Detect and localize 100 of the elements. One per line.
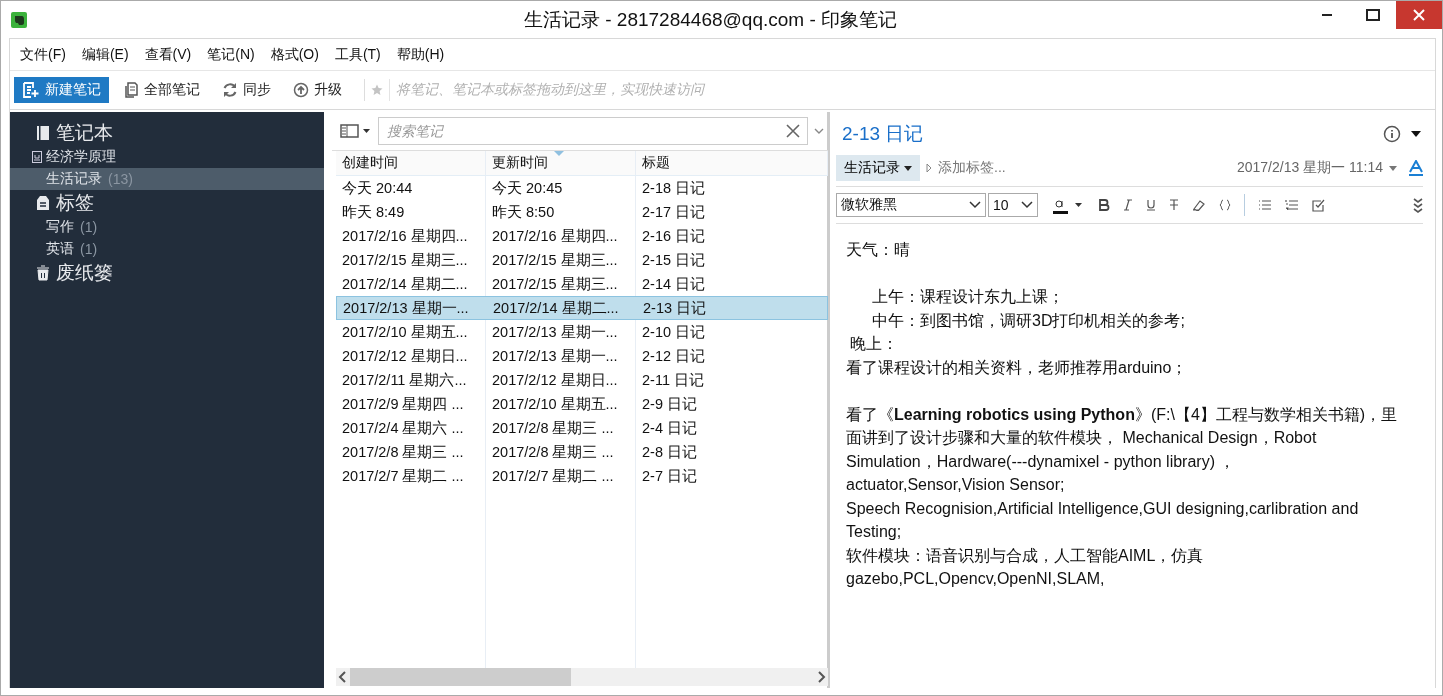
sidebar-section-header[interactable]: 废纸篓 — [10, 260, 324, 286]
close-button[interactable] — [1396, 1, 1442, 29]
numbered-list-icon[interactable] — [1285, 199, 1299, 211]
table-cell-text: 2017/2/13 星期一... — [342, 298, 470, 318]
item-count: (1) — [80, 241, 98, 257]
info-icon[interactable] — [1383, 125, 1401, 143]
trash-icon — [36, 265, 50, 281]
note-paragraph: 看了课程设计的相关资料，老师推荐用arduino； — [846, 357, 1189, 378]
sidebar-item[interactable]: 写作 (1) — [10, 216, 324, 238]
note-row[interactable]: 2017/2/16 星期四... 2017/2/16 星期四... 2-16 日记 — [336, 224, 828, 248]
table-cell-text: 今天 20:44 — [341, 178, 414, 198]
bold-icon[interactable] — [1098, 199, 1110, 211]
table-cell-text: 昨天 8:49 — [341, 202, 406, 222]
menu-item[interactable]: 工具(T) — [326, 45, 389, 64]
table-cell-text: 2017/2/15 星期三... — [491, 274, 619, 294]
underline-icon[interactable] — [1146, 199, 1156, 211]
note-paragraph: 天气：晴 — [846, 240, 911, 260]
notes-icon — [125, 82, 139, 98]
menu-item[interactable]: 帮助(H) — [388, 45, 453, 64]
note-row[interactable]: 2017/2/14 星期二... 2017/2/15 星期三... 2-14 日记 — [336, 272, 828, 296]
new-note-button[interactable]: 新建笔记 — [14, 77, 109, 103]
sync-button[interactable]: 同步 — [214, 77, 279, 103]
menu-item[interactable]: 查看(V) — [136, 45, 200, 64]
menu-item[interactable]: 笔记(N) — [199, 45, 263, 64]
table-cell-text: 2-11 日记 — [641, 370, 705, 390]
note-row[interactable]: 2017/2/13 星期一... 2017/2/14 星期二... 2-13 日记 — [336, 296, 828, 320]
sidebar-item[interactable]: 生活记录 (13) — [10, 168, 324, 190]
sidebar-item[interactable]: 英语 (1) — [10, 238, 324, 260]
horizontal-scrollbar[interactable] — [336, 668, 828, 686]
table-cell-text: 昨天 8:50 — [491, 202, 556, 222]
note-paragraph: 晚上： — [849, 334, 899, 354]
sync-icon — [222, 82, 238, 98]
font-family-select[interactable]: 微软雅黑 — [836, 193, 986, 217]
table-cell-text: 2017/2/14 星期二... — [492, 298, 620, 318]
note-row[interactable]: 2017/2/15 星期三... 2017/2/15 星期三... 2-15 日记 — [336, 248, 828, 272]
menu-item[interactable]: 文件(F) — [12, 45, 74, 64]
table-cell-text: 2017/2/8 星期三 ... — [341, 442, 465, 462]
column-header[interactable]: 标题 — [636, 151, 828, 175]
table-cell-text: 2017/2/11 星期六... — [341, 370, 468, 390]
table-cell-text: 2017/2/8 星期三 ... — [491, 442, 615, 462]
chevron-down-icon[interactable] — [814, 127, 824, 135]
caret-icon — [904, 165, 912, 171]
tag-icon — [36, 195, 50, 211]
clear-icon[interactable] — [786, 124, 800, 138]
note-row[interactable]: 今天 20:44 今天 20:45 2-18 日记 — [336, 176, 828, 200]
note-row[interactable]: 昨天 8:49 昨天 8:50 2-17 日记 — [336, 200, 828, 224]
menu-item[interactable]: 编辑(E) — [73, 45, 137, 64]
tag-arrow-icon — [926, 163, 932, 173]
note-row[interactable]: 2017/2/10 星期五... 2017/2/13 星期一... 2-10 日记 — [336, 320, 828, 344]
note-row[interactable]: 2017/2/4 星期六 ... 2017/2/8 星期三 ... 2-4 日记 — [336, 416, 828, 440]
highlighter-icon[interactable] — [1192, 199, 1206, 211]
column-header[interactable]: 更新时间 — [486, 151, 636, 175]
sidebar-item-label: 经济学原理 — [46, 148, 116, 166]
all-notes-button[interactable]: 全部笔记 — [117, 77, 208, 103]
note-date[interactable]: 2017/2/13 星期一 11:14 — [1236, 159, 1383, 177]
table-cell-text: 2017/2/16 星期四... — [491, 226, 619, 246]
window-title: 生活记录 - 2817284468@qq.com - 印象笔记 — [522, 7, 898, 32]
expand-toolbar-icon[interactable] — [1413, 197, 1423, 213]
column-header[interactable]: 创建时间 — [336, 151, 486, 175]
table-cell-text: 2-10 日记 — [641, 322, 707, 342]
note-row[interactable]: 2017/2/8 星期三 ... 2017/2/8 星期三 ... 2-8 日记 — [336, 440, 828, 464]
notebook-selector[interactable]: 生活记录 — [836, 155, 920, 181]
sidebar-item[interactable]: 经济学原理 — [10, 146, 324, 168]
scrollbar-thumb[interactable] — [350, 668, 571, 686]
upgrade-button[interactable]: 升级 — [285, 77, 350, 103]
font-style-icon[interactable] — [1409, 160, 1423, 176]
table-cell-text: 2-8 日记 — [641, 442, 698, 462]
search-field[interactable]: 搜索笔记 — [378, 117, 808, 145]
table-cell-text: 今天 20:45 — [491, 178, 564, 198]
view-options-button[interactable] — [340, 124, 372, 138]
table-cell-text: 2-14 日记 — [641, 274, 707, 294]
chevron-down-icon — [1021, 201, 1033, 209]
note-plus-icon — [22, 82, 40, 98]
note-row[interactable]: 2017/2/11 星期六... 2017/2/12 星期日... 2-11 日记 — [336, 368, 828, 392]
font-size-select[interactable]: 10 — [988, 193, 1038, 217]
table-cell-text: 2017/2/15 星期三... — [341, 250, 469, 270]
sidebar-section-header[interactable]: 笔记本 — [10, 120, 324, 146]
note-row[interactable]: 2017/2/12 星期日... 2017/2/13 星期一... 2-12 日记 — [336, 344, 828, 368]
notebook-icon — [36, 125, 50, 141]
caret-icon[interactable] — [1411, 131, 1421, 137]
checkbox-icon[interactable] — [1312, 198, 1326, 212]
note-title[interactable]: 2-13 日记 — [836, 121, 1373, 147]
code-block-icon[interactable] — [1219, 199, 1231, 211]
table-cell-text: 2017/2/4 星期六 ... — [341, 418, 465, 438]
add-tag-field[interactable]: 添加标签... — [938, 159, 1231, 177]
close-icon — [1413, 9, 1425, 21]
table-cell-text: 2-16 日记 — [641, 226, 707, 246]
table-cell-text: 2017/2/7 星期二 ... — [341, 466, 465, 486]
note-row[interactable]: 2017/2/9 星期四 ... 2017/2/10 星期五... 2-9 日记 — [336, 392, 828, 416]
sidebar-section-header[interactable]: 标签 — [10, 190, 324, 216]
note-row[interactable]: 2017/2/7 星期二 ... 2017/2/7 星期二 ... 2-7 日记 — [336, 464, 828, 488]
table-cell-text: 2-12 日记 — [641, 346, 707, 366]
sidebar-item-label: 英语 — [45, 240, 74, 258]
menu-item[interactable]: 格式(O) — [262, 45, 327, 64]
notebook-stack-icon — [32, 151, 42, 163]
italic-icon[interactable] — [1123, 199, 1133, 211]
table-cell-text: 2017/2/12 星期日... — [491, 370, 619, 390]
strikethrough-icon[interactable] — [1169, 199, 1179, 211]
table-cell-text: 2017/2/13 星期一... — [491, 322, 619, 342]
table-cell-text: 2-15 日记 — [641, 250, 707, 270]
